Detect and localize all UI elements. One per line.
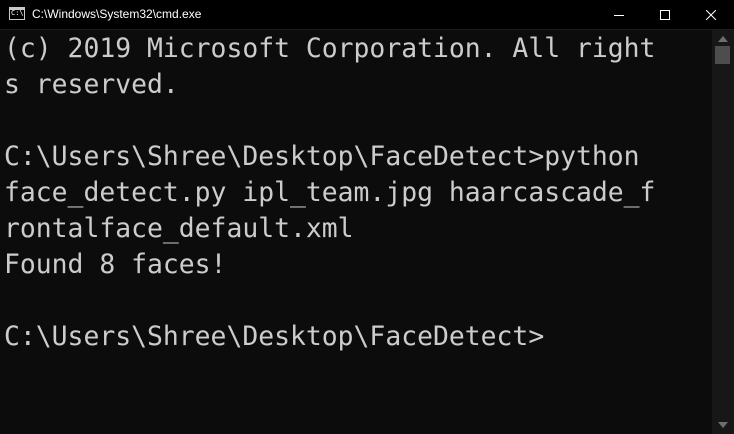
console-line: face_detect.py ipl_team.jpg haarcascade_… <box>4 177 656 208</box>
scroll-up-button[interactable] <box>712 30 734 47</box>
scroll-up-arrow-icon <box>718 36 728 42</box>
window-title: C:\Windows\System32\cmd.exe <box>32 7 202 21</box>
title-bar[interactable]: C:\ C:\Windows\System32\cmd.exe <box>0 0 734 30</box>
console-line: C:\Users\Shree\Desktop\FaceDetect>python <box>4 141 640 172</box>
scroll-down-button[interactable] <box>712 417 734 434</box>
maximize-button[interactable] <box>642 0 688 30</box>
vertical-scrollbar[interactable] <box>712 30 734 434</box>
console-line: Found 8 faces! <box>4 249 227 280</box>
cmd-window: C:\ C:\Windows\System32\cmd.exe (c) 2019… <box>0 0 734 434</box>
prompt-line: C:\Users\Shree\Desktop\FaceDetect> <box>4 321 545 352</box>
scroll-down-arrow-icon <box>718 422 728 428</box>
close-button[interactable] <box>688 0 734 30</box>
cmd-icon-glyph: C:\ <box>11 9 24 17</box>
console-line: s reserved. <box>4 69 179 100</box>
cmd-icon[interactable]: C:\ <box>9 7 25 20</box>
console-output[interactable]: (c) 2019 Microsoft Corporation. All righ… <box>4 31 704 434</box>
close-icon <box>706 10 716 20</box>
minimize-icon <box>614 15 624 16</box>
minimize-button[interactable] <box>596 0 642 30</box>
console-line: rontalface_default.xml <box>4 213 354 244</box>
console-line: (c) 2019 Microsoft Corporation. All righ… <box>4 33 656 64</box>
maximize-icon <box>660 10 670 20</box>
scroll-thumb[interactable] <box>715 46 730 64</box>
